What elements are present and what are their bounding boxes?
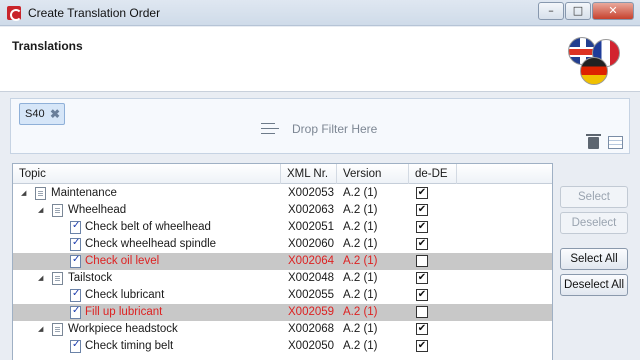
topic-label: Check oil level (85, 255, 160, 267)
de-de-checkbox[interactable]: ✔ (416, 238, 428, 250)
topic-label: Check lubricant (85, 289, 165, 301)
de-de-checkbox[interactable] (416, 306, 428, 318)
table-row[interactable]: Fill up lubricant X002059 A.2 (1) (13, 304, 552, 321)
table-row[interactable]: Check wheelhead spindle X002060 A.2 (1) ✔ (13, 236, 552, 253)
topic-label: Maintenance (51, 187, 117, 199)
trash-icon[interactable] (586, 134, 601, 149)
table-row[interactable]: Check timing belt X002050 A.2 (1) ✔ (13, 338, 552, 355)
maximize-button[interactable]: □ (565, 2, 591, 20)
task-icon (70, 288, 81, 302)
table-settings-icon[interactable] (608, 136, 623, 149)
topic-label: Check belt of wheelhead (85, 221, 211, 233)
topic-label: Tailstock (68, 272, 113, 284)
de-de-checkbox[interactable]: ✔ (416, 272, 428, 284)
de-de-checkbox[interactable]: ✔ (416, 204, 428, 216)
version: A.2 (1) (343, 272, 378, 284)
version: A.2 (1) (343, 187, 378, 199)
window-title: Create Translation Order (28, 6, 161, 20)
table-row[interactable]: ◢ Tailstock X002048 A.2 (1) ✔ (13, 270, 552, 287)
xml-number: X002050 (288, 340, 335, 352)
xml-number: X002068 (288, 323, 335, 335)
version: A.2 (1) (343, 221, 378, 233)
column-header-xml[interactable]: XML Nr. (281, 164, 337, 184)
window-controls: – □ ✕ (538, 2, 634, 20)
table-row[interactable]: ◢ Maintenance X002053 A.2 (1) ✔ (13, 185, 552, 202)
filter-drop-area[interactable]: S40 ✖ Drop Filter Here (10, 98, 630, 154)
task-icon (70, 220, 81, 234)
filter-chip[interactable]: S40 ✖ (19, 103, 65, 125)
xml-number: X002064 (288, 255, 335, 267)
de-de-checkbox[interactable]: ✔ (416, 323, 428, 335)
table-row[interactable]: Check lubricant X002055 A.2 (1) ✔ (13, 287, 552, 304)
filter-chip-label: S40 (25, 108, 45, 120)
table-row[interactable]: Check belt of wheelhead X002051 A.2 (1) ✔ (13, 219, 552, 236)
topic-label: Fill up lubricant (85, 306, 163, 318)
document-icon (35, 187, 46, 200)
dialog-header: Translations (0, 27, 640, 92)
column-header-version[interactable]: Version (337, 164, 409, 184)
expand-arrow-icon[interactable]: ◢ (38, 202, 43, 219)
language-flags (566, 35, 626, 87)
column-header-topic[interactable]: Topic (13, 164, 281, 184)
xml-number: X002063 (288, 204, 335, 216)
column-header-de-de[interactable]: de-DE (409, 164, 457, 184)
table-row[interactable]: ◢ Workpiece headstock X002068 A.2 (1) ✔ (13, 321, 552, 338)
document-icon (52, 323, 63, 336)
xml-number: X002060 (288, 238, 335, 250)
version: A.2 (1) (343, 306, 378, 318)
app-icon (7, 6, 22, 21)
document-icon (52, 204, 63, 217)
minimize-button[interactable]: – (538, 2, 564, 20)
version: A.2 (1) (343, 238, 378, 250)
close-button[interactable]: ✕ (592, 2, 634, 20)
xml-number: X002053 (288, 187, 335, 199)
task-icon (70, 305, 81, 319)
task-icon (70, 339, 81, 353)
page-title: Translations (12, 39, 83, 53)
task-icon (70, 237, 81, 251)
version: A.2 (1) (343, 323, 378, 335)
table-row[interactable]: ◢ Wheelhead X002063 A.2 (1) ✔ (13, 202, 552, 219)
select-all-button[interactable]: Select All (560, 248, 628, 270)
drop-filter-hint: Drop Filter Here (292, 122, 378, 136)
de-de-checkbox[interactable]: ✔ (416, 187, 428, 199)
title-bar: Create Translation Order – □ ✕ (0, 0, 640, 26)
de-flag-icon (580, 57, 608, 85)
expand-arrow-icon[interactable]: ◢ (21, 185, 26, 202)
select-button[interactable]: Select (560, 186, 628, 208)
filter-icon (261, 121, 281, 135)
xml-number: X002055 (288, 289, 335, 301)
xml-number: X002051 (288, 221, 335, 233)
version: A.2 (1) (343, 204, 378, 216)
topic-label: Check wheelhead spindle (85, 238, 217, 250)
de-de-checkbox[interactable]: ✔ (416, 340, 428, 352)
de-de-checkbox[interactable]: ✔ (416, 289, 428, 301)
translations-table: Topic XML Nr. Version de-DE ◢ Maintenance… (12, 163, 553, 360)
topic-label: Workpiece headstock (68, 323, 178, 335)
expand-arrow-icon[interactable]: ◢ (38, 270, 43, 287)
version: A.2 (1) (343, 255, 378, 267)
version: A.2 (1) (343, 340, 378, 352)
expand-arrow-icon[interactable]: ◢ (38, 321, 43, 338)
table-header: Topic XML Nr. Version de-DE (13, 164, 552, 184)
remove-filter-icon[interactable]: ✖ (50, 107, 60, 121)
task-icon (70, 254, 81, 268)
de-de-checkbox[interactable]: ✔ (416, 221, 428, 233)
de-de-checkbox[interactable] (416, 255, 428, 267)
document-icon (52, 272, 63, 285)
deselect-all-button[interactable]: Deselect All (560, 274, 628, 296)
topic-label: Check timing belt (85, 340, 174, 352)
xml-number: X002059 (288, 306, 335, 318)
table-row[interactable]: Check oil level X002064 A.2 (1) (13, 253, 552, 270)
xml-number: X002048 (288, 272, 335, 284)
topic-label: Wheelhead (68, 204, 127, 216)
deselect-button[interactable]: Deselect (560, 212, 628, 234)
version: A.2 (1) (343, 289, 378, 301)
